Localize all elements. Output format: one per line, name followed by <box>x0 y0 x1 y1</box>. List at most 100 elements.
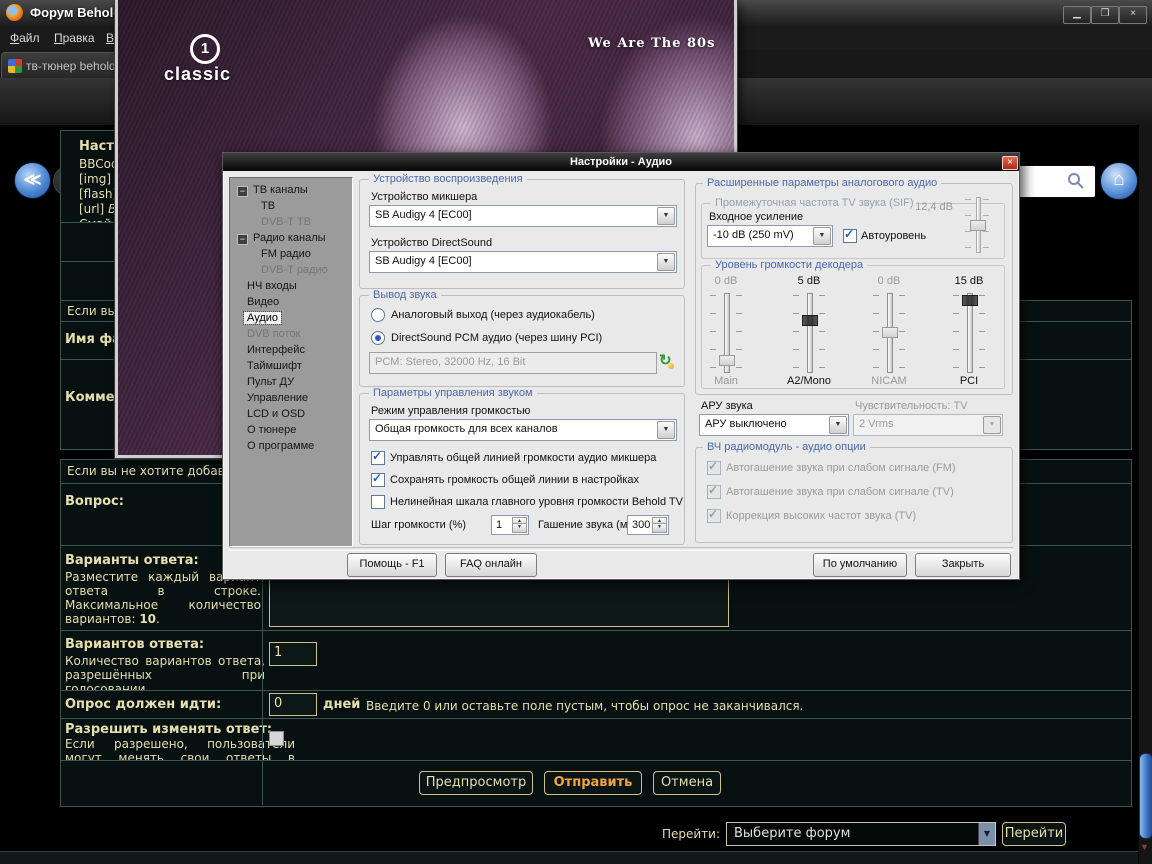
options-count-input[interactable]: 1 <box>269 642 317 666</box>
goto-forum-value: Выберите форум <box>734 826 850 841</box>
rf-fm-mute-checkbox: ✓ <box>707 461 721 475</box>
nonlinear-scale-checkbox[interactable] <box>371 495 385 509</box>
sif-level-value: 12,4 dB <box>891 201 953 213</box>
faq-button[interactable]: FAQ онлайн <box>445 553 537 577</box>
scrollbar-thumb[interactable] <box>1139 753 1152 839</box>
slider-pci-thumb[interactable] <box>962 295 978 306</box>
mixer-line-label: Управлять общей линией громкости аудио м… <box>390 452 656 464</box>
allow-change-checkbox[interactable] <box>269 731 284 746</box>
tree-expander-icon[interactable]: − <box>237 186 248 197</box>
dropdown-icon[interactable]: ▼ <box>829 416 847 434</box>
back-button[interactable]: ≪ <box>14 162 51 199</box>
tree-item-timeshift[interactable]: Таймшифт <box>244 360 305 372</box>
directsound-device-label: Устройство DirectSound <box>371 237 492 249</box>
firefox-icon <box>6 4 23 21</box>
count-label: Вариантов ответа: <box>65 637 204 652</box>
duration-desc: Введите 0 или оставьте поле пустым, чтоб… <box>366 699 803 713</box>
tab-forum[interactable]: тв-тюнер beholder <box>1 52 119 79</box>
tree-item-video[interactable]: Видео <box>244 296 282 308</box>
tree-item-remote[interactable]: Пульт ДУ <box>244 376 297 388</box>
home-button[interactable]: ⌂ <box>1100 162 1138 200</box>
tree-item-dvbt-radio[interactable]: DVB-T радио <box>258 264 331 276</box>
tree-item-radio-channels[interactable]: Радио каналы <box>250 232 329 244</box>
tab-label: тв-тюнер beholder <box>26 59 119 73</box>
dropdown-icon[interactable]: ▼ <box>657 253 675 271</box>
slider-nicam-thumb[interactable] <box>882 327 898 338</box>
tree-item-audio[interactable]: Аудио <box>244 312 281 324</box>
tree-item-lcd-osd[interactable]: LCD и OSD <box>244 408 308 420</box>
spin-down-icon[interactable]: ▼ <box>652 523 667 533</box>
menu-file[interactable]: Файл <box>6 29 44 47</box>
analog-output-radio[interactable] <box>371 308 385 322</box>
goto-dropdown-icon[interactable]: ▼ <box>978 823 995 845</box>
dropdown-icon[interactable]: ▼ <box>813 227 831 245</box>
pcm-output-label: DirectSound PCM аудио (через шину PCI) <box>391 332 602 344</box>
save-volume-checkbox[interactable]: ✓ <box>371 473 385 487</box>
scrollbar-down-icon[interactable]: ▼ <box>1140 842 1149 852</box>
tree-item-dvbt-tv[interactable]: DVB-T ТВ <box>258 216 314 228</box>
spin-down-icon[interactable]: ▼ <box>512 523 527 533</box>
tree-item-control[interactable]: Управление <box>244 392 311 404</box>
poll-duration-input[interactable]: 0 <box>269 693 317 716</box>
minimize-button[interactable]: ▁ <box>1063 6 1091 24</box>
submit-row: Предпросмотр Отправить Отмена <box>60 760 1132 807</box>
pcm-output-radio[interactable] <box>371 331 385 345</box>
input-gain-select[interactable]: -10 dB (250 mV)▼ <box>707 225 833 247</box>
mixer-device-select[interactable]: SB Audigy 4 [EC00]▼ <box>369 205 677 227</box>
tree-item-fm-radio[interactable]: FM радио <box>258 248 314 260</box>
pcm-refresh-icon[interactable]: ↻ <box>659 351 672 369</box>
dropdown-icon[interactable]: ▼ <box>657 421 675 439</box>
tree-expander-icon[interactable]: − <box>237 234 248 245</box>
restore-button[interactable]: ❒ <box>1091 6 1119 24</box>
input-gain-label: Входное усиление <box>709 211 803 223</box>
tree-item-about-tuner[interactable]: О тюнере <box>244 424 299 436</box>
dialog-titlebar: Настройки - Аудио <box>223 153 1019 171</box>
advanced-analog-title: Расширенные параметры аналогового аудио <box>703 177 941 189</box>
poll-duration-row: Опрос должен идти: 0 дней Введите 0 или … <box>60 690 1132 720</box>
autolevel-checkbox[interactable]: ✓ <box>843 229 857 243</box>
slider-a2mono-thumb[interactable] <box>802 315 818 326</box>
poll-options-textarea[interactable] <box>269 579 729 627</box>
settings-tree: −ТВ каналы ТВ DVB-T ТВ −Радио каналы FM … <box>229 177 353 547</box>
tree-item-lf-inputs[interactable]: НЧ входы <box>244 280 300 292</box>
agc-label: АРУ звука <box>701 400 753 412</box>
options-label: Варианты ответа: <box>65 553 199 568</box>
goto-forum-select[interactable]: Выберите форум ▼ <box>726 822 996 846</box>
slider-main-thumb[interactable] <box>719 355 735 366</box>
directsound-device-select[interactable]: SB Audigy 4 [EC00]▼ <box>369 251 677 273</box>
menu-edit[interactable]: Правка <box>50 29 99 47</box>
preview-button[interactable]: Предпросмотр <box>419 771 533 795</box>
dialog-close-button[interactable]: × <box>1002 156 1018 170</box>
tree-item-tv[interactable]: ТВ <box>258 200 278 212</box>
search-magnifier-icon[interactable] <box>1067 172 1085 195</box>
tree-item-about-program[interactable]: О программе <box>244 440 317 452</box>
help-button[interactable]: Помощь - F1 <box>347 553 437 577</box>
mixer-line-checkbox[interactable]: ✓ <box>371 451 385 465</box>
close-dialog-button[interactable]: Закрыть <box>915 553 1011 577</box>
pcm-format-field: PCM: Stereo, 32000 Hz, 16 Bit <box>369 352 657 374</box>
submit-button[interactable]: Отправить <box>544 771 642 795</box>
volume-step-label: Шаг громкости (%) <box>371 519 466 531</box>
sensitivity-select: 2 Vrms▼ <box>853 414 1003 436</box>
channel-overlay-text: We Are The 80s <box>588 36 715 51</box>
tree-item-interface[interactable]: Интерфейс <box>244 344 308 356</box>
question-label: Вопрос: <box>65 494 124 509</box>
goto-button[interactable]: Перейти <box>1002 822 1066 846</box>
dialog-separator <box>229 547 1013 551</box>
mute-time-label: Гашение звука (мс) <box>538 519 637 531</box>
volume-step-spinner[interactable]: 1▲▼ <box>491 515 529 535</box>
tab-favicon <box>8 59 22 73</box>
tree-item-tv-channels[interactable]: ТВ каналы <box>250 184 311 196</box>
tree-item-dvb-stream[interactable]: DVB поток <box>244 328 303 340</box>
mute-time-spinner[interactable]: 300▲▼ <box>627 515 669 535</box>
agc-select[interactable]: АРУ выключено▼ <box>699 414 849 436</box>
cancel-button[interactable]: Отмена <box>653 771 721 795</box>
close-button[interactable]: × <box>1119 6 1147 24</box>
defaults-button[interactable]: По умолчанию <box>813 553 907 577</box>
save-volume-label: Сохранять громкость общей линии в настро… <box>390 474 639 486</box>
volume-mode-select[interactable]: Общая громкость для всех каналов▼ <box>369 419 677 441</box>
dropdown-icon[interactable]: ▼ <box>657 207 675 225</box>
vh1-classic-logo-text: classic <box>164 64 231 85</box>
sif-level-slider <box>965 197 989 253</box>
bottom-strip <box>0 851 1152 864</box>
